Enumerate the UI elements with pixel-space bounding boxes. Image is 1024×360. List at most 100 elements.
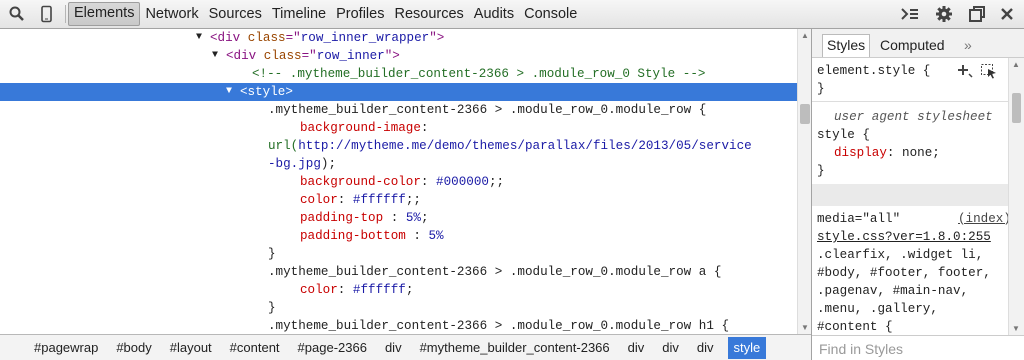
dom-line-text: color: #ffffff;;: [300, 193, 421, 207]
search-icon[interactable]: [8, 5, 26, 23]
rule-selector[interactable]: .clearfix, .widget li,: [817, 246, 983, 264]
dom-line-text: padding-bottom : 5%: [300, 229, 444, 243]
dom-line-text: <!-- .mytheme_builder_content-2366 > .mo…: [252, 67, 706, 81]
ua-declaration: display: none;: [834, 146, 940, 160]
dom-line[interactable]: url(http://mytheme.me/demo/themes/parall…: [0, 137, 797, 155]
show-drawer-icon[interactable]: [900, 5, 920, 23]
toolbar-separator: [65, 5, 66, 23]
user-agent-label: user agent stylesheet: [834, 110, 993, 124]
breadcrumb-item[interactable]: #content: [226, 339, 284, 357]
tab-timeline[interactable]: Timeline: [267, 3, 331, 25]
dom-scrollbar-thumb[interactable]: [800, 104, 810, 124]
add-rule-icon[interactable]: [957, 64, 973, 78]
close-icon[interactable]: [998, 5, 1016, 23]
more-tabs-icon[interactable]: »: [960, 34, 976, 56]
tab-sources[interactable]: Sources: [204, 3, 267, 25]
breadcrumb-item[interactable]: #pagewrap: [30, 339, 102, 357]
dom-line[interactable]: ▼ <div class="row_inner">: [0, 47, 797, 65]
dom-line[interactable]: .mytheme_builder_content-2366 > .module_…: [0, 317, 797, 334]
dom-line[interactable]: padding-top : 5%;: [0, 209, 797, 227]
styles-sidebar: Styles Computed » element.style { } user…: [812, 29, 1024, 360]
dom-line-text: <div class="row_inner">: [226, 49, 400, 63]
breadcrumb-item[interactable]: #body: [112, 339, 155, 357]
styles-pane: element.style { } user agent stylesheet …: [812, 58, 1008, 335]
rule-selector[interactable]: .menu, .gallery,: [817, 300, 938, 318]
breadcrumb-item[interactable]: div: [693, 339, 718, 357]
dom-line-text: <style>: [240, 85, 293, 99]
dom-line-text: }: [268, 301, 276, 315]
tab-resources[interactable]: Resources: [389, 3, 468, 25]
styles-scrollbar[interactable]: ▲ ▼: [1008, 58, 1024, 335]
dom-line[interactable]: ▼ <div class="row_inner_wrapper">: [0, 29, 797, 47]
element-style-selector[interactable]: element.style {: [817, 62, 930, 80]
expand-triangle-icon[interactable]: ▼: [196, 29, 202, 47]
expand-triangle-icon[interactable]: ▼: [226, 83, 232, 101]
media-query: media="all": [817, 212, 901, 226]
rule-selector[interactable]: #content {: [817, 318, 893, 335]
tab-computed[interactable]: Computed: [876, 34, 949, 56]
dom-line[interactable]: color: #ffffff;;: [0, 191, 797, 209]
dom-line-text: .mytheme_builder_content-2366 > .module_…: [268, 265, 722, 279]
dom-line[interactable]: }: [0, 299, 797, 317]
tab-audits[interactable]: Audits: [469, 3, 519, 25]
dom-line[interactable]: }: [0, 245, 797, 263]
dom-line[interactable]: background-color: #000000;;: [0, 173, 797, 191]
tab-elements[interactable]: Elements: [68, 2, 141, 26]
rule-selector[interactable]: .pagenav, #main-nav,: [817, 282, 968, 300]
dom-tree[interactable]: ▼ <div class="row_inner_wrapper"> ▼ <div cl…: [0, 29, 797, 334]
stylesheet-link[interactable]: style.css?ver=1.8.0:255: [817, 228, 991, 246]
breadcrumb-item[interactable]: div: [381, 339, 406, 357]
dom-line-text: }: [268, 247, 276, 261]
dom-line-text: .mytheme_builder_content-2366 > .module_…: [268, 103, 707, 117]
breadcrumb-item-selected[interactable]: style: [727, 337, 767, 359]
devtools-toolbar: Elements Network Sources Timeline Profiles Re…: [0, 0, 1024, 29]
breadcrumb-item[interactable]: div: [658, 339, 683, 357]
dom-line-text: background-color: #000000;;: [300, 175, 505, 189]
dock-side-icon[interactable]: [968, 5, 986, 23]
toggle-element-state-icon[interactable]: [980, 63, 998, 79]
dom-line[interactable]: <!-- .mytheme_builder_content-2366 > .mo…: [0, 65, 797, 83]
panel-tabs: Elements Network Sources Timeline Profiles Re…: [68, 0, 582, 28]
dom-line[interactable]: color: #ffffff;: [0, 281, 797, 299]
scroll-down-icon[interactable]: ▼: [801, 323, 809, 332]
breadcrumb-item[interactable]: #mytheme_builder_content-2366: [416, 339, 614, 357]
rule-selector[interactable]: #body, #footer, footer,: [817, 264, 991, 282]
dom-line-text: padding-top : 5%;: [300, 211, 429, 225]
dom-line-text: -bg.jpg);: [268, 157, 337, 171]
device-mode-icon[interactable]: [38, 5, 56, 23]
dom-line[interactable]: .mytheme_builder_content-2366 > .module_…: [0, 101, 797, 119]
breadcrumb: #pagewrap #body #layout #content #page-2366 d…: [0, 334, 811, 360]
dom-line[interactable]: background-image:: [0, 119, 797, 137]
tab-network[interactable]: Network: [140, 3, 203, 25]
source-link[interactable]: (index): [958, 210, 1008, 228]
breadcrumb-item[interactable]: #page-2366: [294, 339, 371, 357]
scroll-up-icon[interactable]: ▲: [801, 31, 809, 40]
expand-triangle-icon[interactable]: ▼: [212, 47, 218, 65]
find-in-styles-input[interactable]: [817, 340, 1016, 358]
element-style-close: }: [817, 82, 825, 96]
rule-separator: [812, 101, 1008, 102]
styles-scroll-up-icon[interactable]: ▲: [1012, 60, 1020, 69]
breadcrumb-item[interactable]: div: [624, 339, 649, 357]
selected-dom-node[interactable]: ▼ <style>: [0, 83, 797, 101]
sidebar-tabs: Styles Computed »: [812, 29, 1024, 58]
styles-scroll-down-icon[interactable]: ▼: [1012, 324, 1020, 333]
dom-line-text: url(http://mytheme.me/demo/themes/parall…: [268, 139, 752, 153]
section-gap: [812, 184, 1008, 206]
dom-line-text: <div class="row_inner_wrapper">: [210, 31, 445, 45]
tab-profiles[interactable]: Profiles: [331, 3, 389, 25]
tab-console[interactable]: Console: [519, 3, 582, 25]
ua-value: none;: [902, 146, 940, 160]
breadcrumb-item[interactable]: #layout: [166, 339, 216, 357]
dom-scrollbar[interactable]: ▲ ▼: [797, 29, 811, 334]
ua-close: }: [817, 164, 825, 178]
dom-line[interactable]: -bg.jpg);: [0, 155, 797, 173]
dom-line-text: color: #ffffff;: [300, 283, 414, 297]
styles-scrollbar-thumb[interactable]: [1012, 93, 1021, 123]
ua-selector: style {: [817, 128, 870, 142]
dom-line[interactable]: padding-bottom : 5%: [0, 227, 797, 245]
ua-property: display: [834, 146, 887, 160]
tab-styles[interactable]: Styles: [822, 34, 871, 57]
gear-icon[interactable]: [935, 5, 953, 23]
dom-line[interactable]: .mytheme_builder_content-2366 > .module_…: [0, 263, 797, 281]
